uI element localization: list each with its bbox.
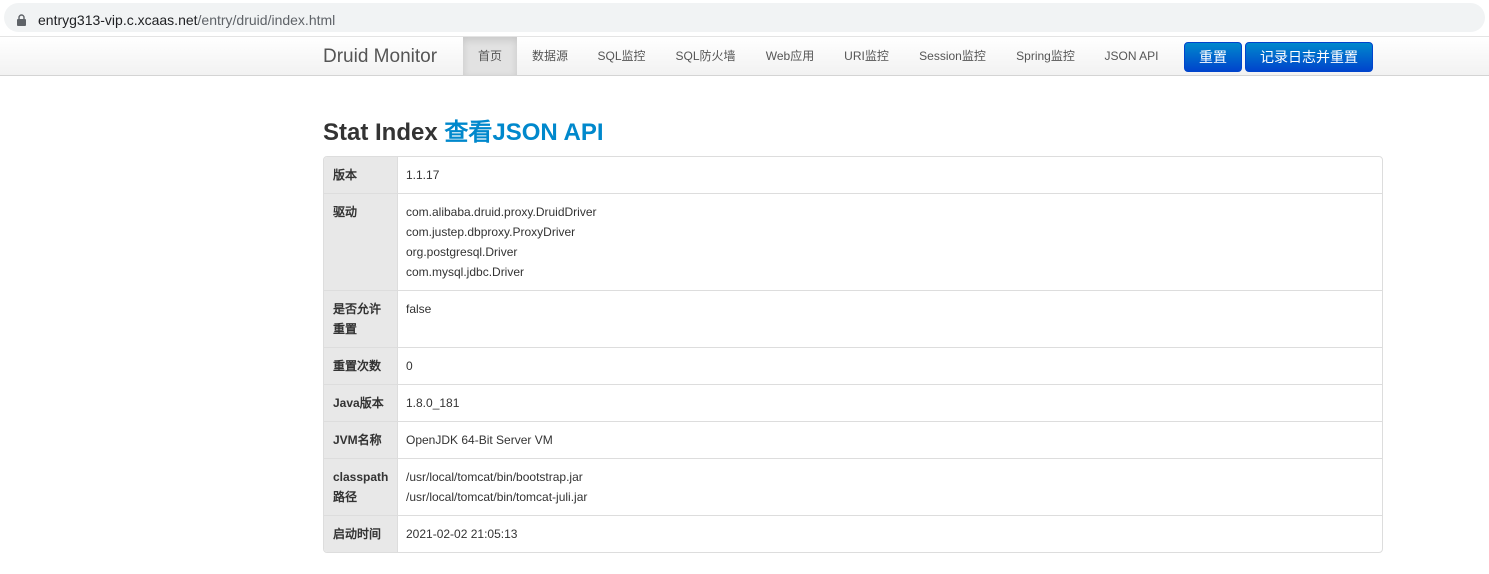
stat-table: 版本 1.1.17 驱动 com.alibaba.druid.proxy.DruidD… bbox=[323, 156, 1383, 553]
view-json-api-link[interactable]: 查看JSON API bbox=[444, 119, 603, 146]
value-line: /usr/local/tomcat/bin/tomcat-juli.jar bbox=[406, 490, 588, 504]
row-label: 版本 bbox=[324, 157, 398, 193]
table-row-classpath: classpath路径/usr/local/tomcat/bin/bootstr… bbox=[324, 458, 1382, 515]
page-title: Stat Index 查看JSON API bbox=[323, 112, 604, 147]
url-path: /entry/druid/index.html bbox=[197, 12, 336, 28]
url-host: entryg313-vip.c.xcaas.net bbox=[38, 12, 198, 28]
value-line: 2021-02-02 21:05:13 bbox=[406, 527, 518, 541]
top-navbar: Druid Monitor 首页 数据源 SQL监控 SQL防火墙 Web应用 … bbox=[0, 36, 1489, 76]
nav-item-web-app[interactable]: Web应用 bbox=[756, 37, 824, 75]
value-line: /usr/local/tomcat/bin/bootstrap.jar bbox=[406, 470, 583, 484]
lock-icon bbox=[17, 14, 26, 26]
nav-item-datasource[interactable]: 数据源 bbox=[522, 37, 578, 75]
value-line: org.postgresql.Driver bbox=[406, 245, 518, 259]
table-row-jvm-name: JVM名称 OpenJDK 64-Bit Server VM bbox=[324, 421, 1382, 458]
row-value: 1.8.0_181 bbox=[398, 385, 1382, 421]
row-label: Java版本 bbox=[324, 385, 398, 421]
row-label: 启动时间 bbox=[324, 516, 398, 552]
value-line: com.justep.dbproxy.ProxyDriver bbox=[406, 225, 576, 239]
nav-item-spring-monitor[interactable]: Spring监控 bbox=[1006, 37, 1085, 75]
url-field[interactable]: entryg313-vip.c.xcaas.net/entry/druid/in… bbox=[4, 3, 1485, 32]
url-text: entryg313-vip.c.xcaas.net/entry/druid/in… bbox=[38, 11, 335, 29]
row-label: 驱动 bbox=[324, 194, 398, 290]
row-label: 是否允许重置 bbox=[324, 291, 398, 347]
table-row-java-version: Java版本 1.8.0_181 bbox=[324, 384, 1382, 421]
row-label: 重置次数 bbox=[324, 348, 398, 384]
value-line: 1.8.0_181 bbox=[406, 396, 460, 410]
table-row-version: 版本 1.1.17 bbox=[324, 157, 1382, 193]
browser-address-bar: entryg313-vip.c.xcaas.net/entry/druid/in… bbox=[0, 0, 1489, 36]
nav-item-sql-monitor[interactable]: SQL监控 bbox=[588, 37, 655, 75]
value-line: 1.1.17 bbox=[406, 168, 440, 182]
value-line: false bbox=[406, 302, 432, 316]
row-value: /usr/local/tomcat/bin/bootstrap.jar/usr/… bbox=[398, 459, 1382, 515]
row-value: false bbox=[398, 291, 1382, 347]
row-value: 0 bbox=[398, 348, 1382, 384]
value-line: 0 bbox=[406, 359, 413, 373]
value-line: com.alibaba.druid.proxy.DruidDriver bbox=[406, 205, 597, 219]
page-title-text: Stat Index bbox=[323, 119, 445, 146]
table-row-start-time: 启动时间 2021-02-02 21:05:13 bbox=[324, 515, 1382, 552]
row-value: 2021-02-02 21:05:13 bbox=[398, 516, 1382, 552]
value-line: com.mysql.jdbc.Driver bbox=[406, 265, 525, 279]
value-line: OpenJDK 64-Bit Server VM bbox=[406, 433, 553, 447]
row-value: com.alibaba.druid.proxy.DruidDriver com.j… bbox=[398, 194, 1382, 290]
brand-link[interactable]: Druid Monitor bbox=[323, 46, 437, 68]
log-and-reset-button[interactable]: 记录日志并重置 bbox=[1245, 42, 1373, 72]
nav-item-uri-monitor[interactable]: URI监控 bbox=[834, 37, 899, 75]
nav-item-sql-firewall[interactable]: SQL防火墙 bbox=[665, 37, 746, 75]
table-row-reset-count: 重置次数 0 bbox=[324, 347, 1382, 384]
table-row-allow-reset: 是否允许重置 false bbox=[324, 290, 1382, 347]
row-value: OpenJDK 64-Bit Server VM bbox=[398, 422, 1382, 458]
row-value: 1.1.17 bbox=[398, 157, 1382, 193]
nav-item-json-api[interactable]: JSON API bbox=[1095, 37, 1168, 75]
nav-item-home[interactable]: 首页 bbox=[463, 37, 517, 75]
reset-button[interactable]: 重置 bbox=[1184, 42, 1242, 72]
table-row-driver: 驱动 com.alibaba.druid.proxy.DruidDriver com… bbox=[324, 193, 1382, 290]
row-label: classpath路径 bbox=[324, 459, 398, 515]
nav-item-session-monitor[interactable]: Session监控 bbox=[909, 37, 996, 75]
row-label: JVM名称 bbox=[324, 422, 398, 458]
